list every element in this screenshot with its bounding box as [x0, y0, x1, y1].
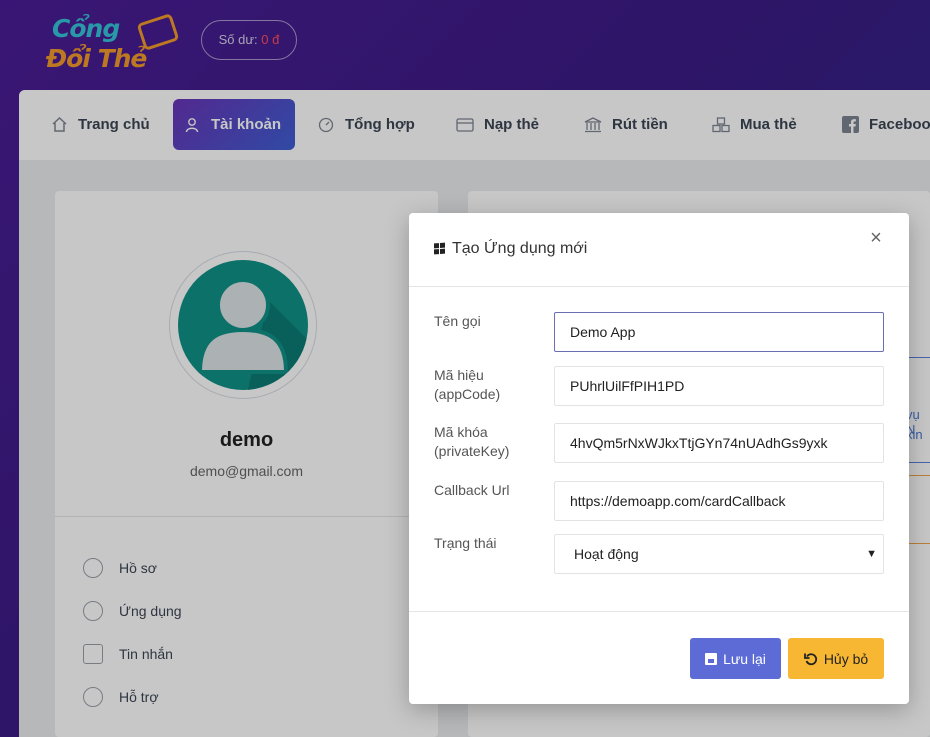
- field-label-callback: Callback Url: [434, 482, 510, 498]
- status-selected-value: Hoạt động: [574, 546, 639, 562]
- private-key-input[interactable]: 4hvQm5rNxWJkxTtjGYn74nUAdhGs9yxk: [554, 423, 884, 463]
- field-label-code: Mã hiệu (appCode): [434, 367, 501, 402]
- cancel-button[interactable]: Hủy bỏ: [788, 638, 884, 679]
- create-app-modal: Tạo Ứng dụng mới × Tên gọi Demo App Mã h…: [409, 213, 909, 704]
- cancel-button-label: Hủy bỏ: [823, 650, 869, 667]
- windows-icon: [434, 242, 446, 256]
- app-code-input[interactable]: PUhrlUilFfPIH1PD: [554, 366, 884, 406]
- field-label-key: Mã khóa (privateKey): [434, 424, 510, 459]
- close-icon[interactable]: ×: [866, 228, 886, 248]
- field-label-name: Tên gọi: [434, 313, 481, 329]
- modal-footer-divider: [409, 611, 909, 612]
- floppy-disk-icon: [705, 652, 718, 665]
- field-label-status: Trạng thái: [434, 535, 497, 551]
- modal-title: Tạo Ứng dụng mới: [434, 240, 587, 258]
- modal-title-text: Tạo Ứng dụng mới: [452, 240, 588, 257]
- dropdown-caret-icon: ▼: [866, 548, 877, 560]
- status-select[interactable]: Hoạt động ▼: [554, 534, 884, 574]
- callback-url-input[interactable]: https://demoapp.com/cardCallback: [554, 481, 884, 521]
- modal-header: Tạo Ứng dụng mới ×: [409, 213, 909, 287]
- undo-icon: [803, 652, 817, 665]
- save-button[interactable]: Lưu lại: [690, 638, 781, 679]
- app-name-input[interactable]: Demo App: [554, 312, 884, 352]
- save-button-label: Lưu lại: [723, 650, 766, 667]
